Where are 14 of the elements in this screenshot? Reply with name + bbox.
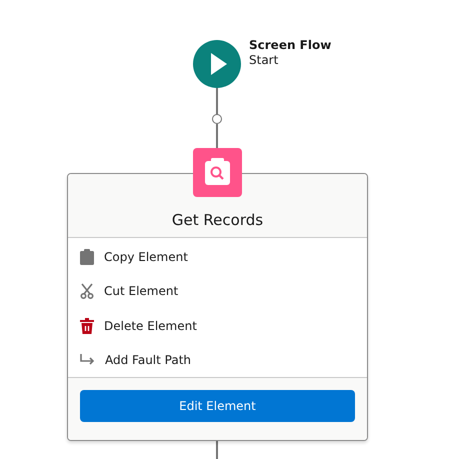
arrow-icon <box>80 354 95 366</box>
menu-item[interactable]: Copy Element <box>68 240 367 274</box>
menu-item[interactable]: Add Fault Path <box>68 342 367 377</box>
flow-subtitle: Start <box>249 53 280 67</box>
edit-button[interactable]: Edit Element <box>80 390 355 422</box>
menu-item[interactable]: Delete Element <box>68 308 367 343</box>
element-title: Get Records <box>172 211 264 229</box>
scissors-icon <box>80 283 94 300</box>
flow-title: Screen Flow <box>249 38 332 52</box>
menu-item[interactable]: Cut Element <box>68 274 367 308</box>
connector-dot[interactable] <box>212 114 222 124</box>
play-icon[interactable] <box>193 40 241 88</box>
clipboard-icon <box>80 249 94 266</box>
trash-icon <box>80 318 94 334</box>
